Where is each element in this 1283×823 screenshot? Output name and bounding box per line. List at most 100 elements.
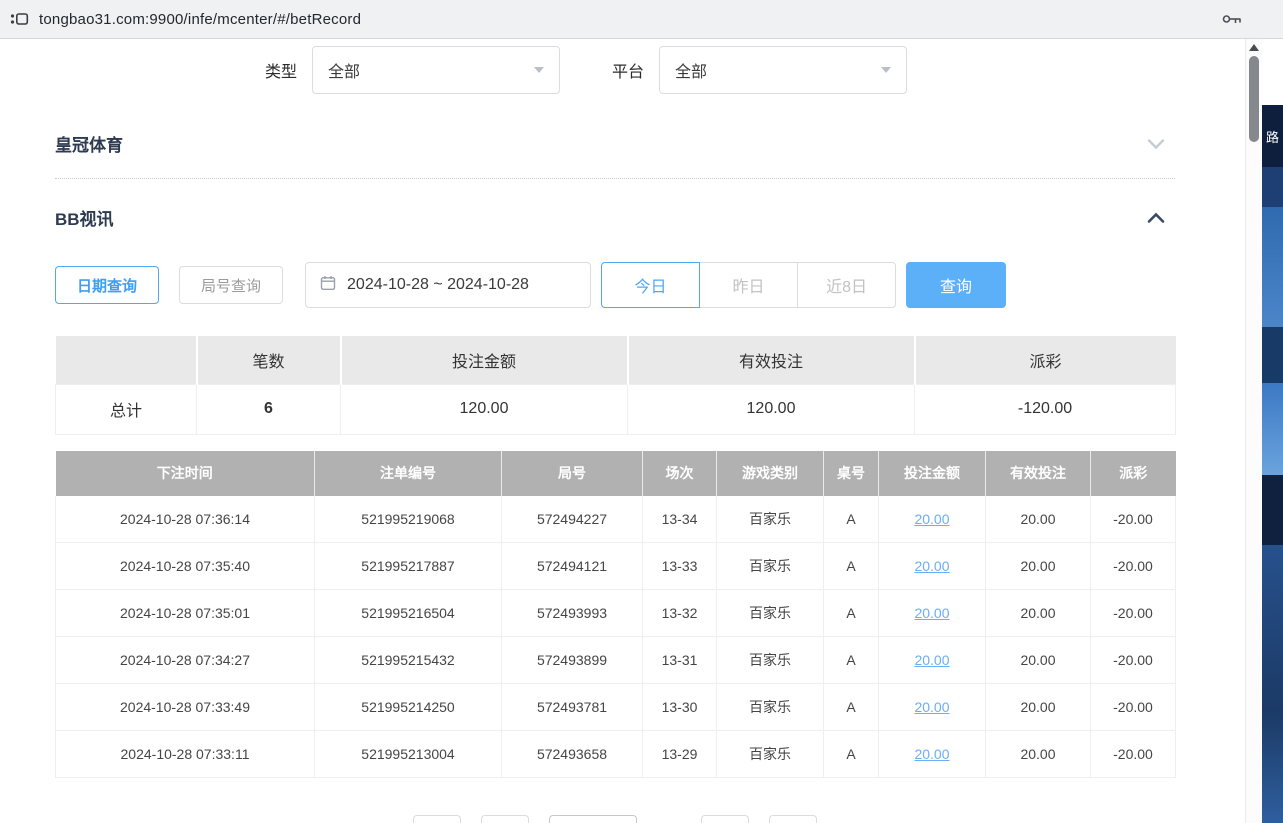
last-8-days-button[interactable]: 近8日 — [797, 262, 896, 308]
table-cell: 20.00 — [879, 637, 986, 684]
column-header: 有效投注 — [986, 451, 1091, 496]
strip-segment — [1262, 327, 1283, 383]
first-page-button[interactable] — [413, 815, 461, 823]
section-bb-video[interactable]: BB视讯 — [55, 179, 1175, 240]
table-row: 2024-10-28 07:33:11521995213004572493658… — [56, 731, 1176, 778]
chevron-up-icon[interactable] — [1147, 211, 1165, 225]
key-icon[interactable] — [1221, 11, 1243, 32]
section-title: BB视讯 — [55, 205, 114, 230]
scrollbar-thumb[interactable] — [1249, 56, 1259, 142]
bet-amount-link[interactable]: 20.00 — [914, 511, 949, 527]
summary-header-bet-amount: 投注金额 — [341, 336, 628, 384]
platform-select-value: 全部 — [675, 58, 707, 82]
table-cell: 20.00 — [986, 637, 1091, 684]
table-row: 2024-10-28 07:34:27521995215432572493899… — [56, 637, 1176, 684]
table-cell: 百家乐 — [717, 731, 824, 778]
bet-record-page: 类型 全部 平台 全部 皇冠体育 BB视讯 — [0, 39, 1245, 823]
section-title: 皇冠体育 — [55, 131, 123, 156]
pagination — [55, 815, 1175, 823]
table-cell: 百家乐 — [717, 543, 824, 590]
date-query-button[interactable]: 日期查询 — [55, 266, 159, 304]
platform-label: 平台 — [612, 58, 644, 82]
table-cell: A — [824, 496, 879, 543]
table-row: 2024-10-28 07:33:49521995214250572493781… — [56, 684, 1176, 731]
bet-records-table: 下注时间注单编号局号场次游戏类别桌号投注金额有效投注派彩 2024-10-28 … — [55, 451, 1176, 779]
column-header: 桌号 — [824, 451, 879, 496]
bet-amount-link[interactable]: 20.00 — [914, 605, 949, 621]
table-cell: 20.00 — [879, 731, 986, 778]
table-cell: 13-33 — [643, 543, 717, 590]
table-cell: 13-30 — [643, 684, 717, 731]
table-cell: 20.00 — [986, 731, 1091, 778]
summary-total-row: 总计 6 120.00 120.00 -120.00 — [56, 384, 1176, 434]
table-cell: 20.00 — [986, 684, 1091, 731]
summary-header-payout: 派彩 — [915, 336, 1176, 384]
date-range-picker[interactable]: 2024-10-28 ~ 2024-10-28 — [305, 262, 591, 308]
last-page-button[interactable] — [769, 815, 817, 823]
table-cell: 572494227 — [502, 496, 643, 543]
vertical-scrollbar[interactable] — [1245, 39, 1262, 823]
table-cell: 2024-10-28 07:35:40 — [56, 543, 315, 590]
strip-segment — [1262, 207, 1283, 327]
type-label: 类型 — [265, 58, 297, 82]
type-select-value: 全部 — [328, 58, 360, 82]
strip-label: 路 — [1262, 105, 1283, 167]
table-cell: -20.00 — [1091, 637, 1176, 684]
summary-total-label: 总计 — [56, 384, 197, 434]
table-cell: 521995214250 — [315, 684, 502, 731]
platform-select[interactable]: 全部 — [659, 46, 907, 94]
date-range-value: 2024-10-28 ~ 2024-10-28 — [347, 276, 529, 294]
scroll-up-arrow-icon[interactable] — [1249, 44, 1259, 51]
table-cell: 13-32 — [643, 590, 717, 637]
table-cell: A — [824, 543, 879, 590]
summary-header-row: 笔数 投注金额 有效投注 派彩 — [56, 336, 1176, 384]
table-cell: 521995213004 — [315, 731, 502, 778]
page-number-input[interactable] — [549, 815, 637, 823]
table-cell: 20.00 — [879, 543, 986, 590]
column-header: 投注金额 — [879, 451, 986, 496]
table-cell: -20.00 — [1091, 731, 1176, 778]
today-button[interactable]: 今日 — [601, 262, 700, 308]
table-cell: -20.00 — [1091, 684, 1176, 731]
section-crown-sports[interactable]: 皇冠体育 — [55, 107, 1175, 179]
url-text[interactable]: tongbao31.com:9900/infe/mcenter/#/betRec… — [39, 11, 361, 28]
bet-amount-link[interactable]: 20.00 — [914, 699, 949, 715]
site-tab-icon[interactable] — [9, 11, 29, 27]
bet-amount-link[interactable]: 20.00 — [914, 652, 949, 668]
summary-header-valid-bet: 有效投注 — [628, 336, 915, 384]
column-header: 派彩 — [1091, 451, 1176, 496]
summary-header-empty — [56, 336, 197, 384]
table-cell: 20.00 — [879, 684, 986, 731]
column-header: 场次 — [643, 451, 717, 496]
browser-address-bar: tongbao31.com:9900/infe/mcenter/#/betRec… — [0, 0, 1283, 39]
table-cell: 2024-10-28 07:33:11 — [56, 731, 315, 778]
table-cell: 20.00 — [879, 496, 986, 543]
table-cell: 20.00 — [986, 496, 1091, 543]
filter-row: 类型 全部 平台 全部 — [55, 45, 1175, 95]
table-row: 2024-10-28 07:36:14521995219068572494227… — [56, 496, 1176, 543]
search-button[interactable]: 查询 — [906, 262, 1006, 308]
next-page-button[interactable] — [701, 815, 749, 823]
table-cell: 572493993 — [502, 590, 643, 637]
calendar-icon — [320, 275, 336, 296]
chevron-down-icon[interactable] — [1147, 137, 1165, 151]
table-cell: -20.00 — [1091, 543, 1176, 590]
table-cell: 13-31 — [643, 637, 717, 684]
yesterday-button[interactable]: 昨日 — [699, 262, 798, 308]
table-cell: 2024-10-28 07:34:27 — [56, 637, 315, 684]
strip-segment — [1262, 475, 1283, 545]
table-cell: -20.00 — [1091, 590, 1176, 637]
summary-count: 6 — [197, 384, 341, 434]
bet-amount-link[interactable]: 20.00 — [914, 558, 949, 574]
table-cell: 572494121 — [502, 543, 643, 590]
bet-amount-link[interactable]: 20.00 — [914, 746, 949, 762]
prev-page-button[interactable] — [481, 815, 529, 823]
type-select[interactable]: 全部 — [312, 46, 560, 94]
table-cell: 20.00 — [879, 590, 986, 637]
table-cell: 百家乐 — [717, 590, 824, 637]
round-query-button[interactable]: 局号查询 — [179, 266, 283, 304]
table-cell: 13-29 — [643, 731, 717, 778]
column-header: 下注时间 — [56, 451, 315, 496]
table-cell: 572493899 — [502, 637, 643, 684]
table-cell: A — [824, 590, 879, 637]
